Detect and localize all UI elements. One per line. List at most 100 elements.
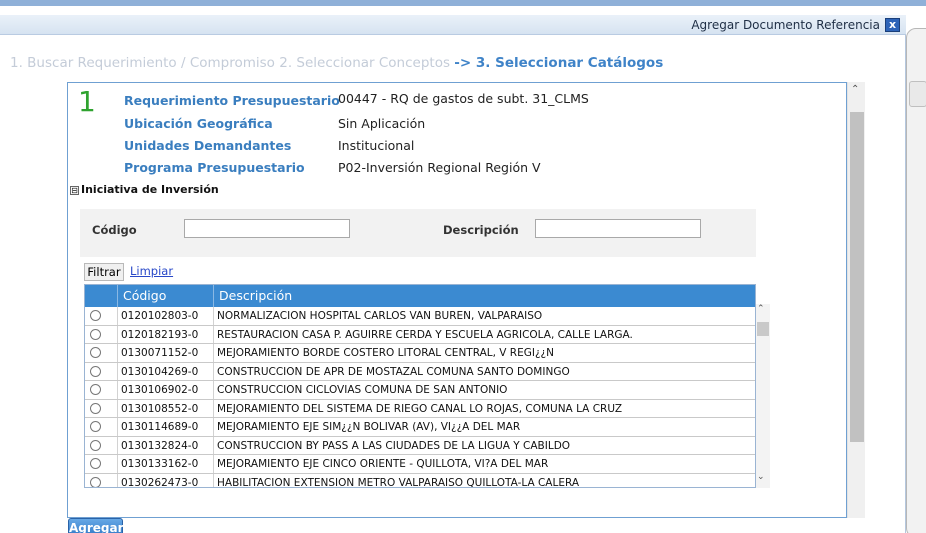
cell-codigo: 0130106902-0 [121,384,199,396]
filter-box: Código Descripción [80,209,756,257]
cell-codigo: 0130071152-0 [121,347,199,359]
cell-divider [213,307,214,325]
cell-codigo: 0130262473-0 [121,476,199,488]
descripcion-label: Descripción [443,223,519,237]
row-radio[interactable] [90,310,101,321]
cell-codigo: 0130104269-0 [121,365,199,378]
header-divider [117,285,118,307]
column-codigo[interactable]: Código [123,288,166,303]
cell-divider [117,381,118,399]
table-row[interactable]: 0130104269-0 CONSTRUCCION DE APR DE MOSTA… [85,362,755,381]
filtrar-button[interactable]: Filtrar [84,263,124,281]
value-unidades: Institucional [338,138,415,153]
row-radio[interactable] [90,421,101,432]
cell-divider [213,455,214,473]
header-divider [213,285,214,307]
codigo-label: Código [92,223,137,237]
grid-scrollbar[interactable]: ⌃ ⌄ [756,304,770,488]
cell-codigo: 0130133162-0 [121,458,199,470]
row-radio[interactable] [90,402,101,414]
cell-descripcion: MEJORAMIENTO DEL SISTEMA DE RIEGO CANAL … [217,402,623,415]
dialog-title: Agregar Documento Referencia [691,18,880,32]
results-grid: Código Descripción 0120102803-0 NORMALIZA… [84,284,756,488]
row-radio[interactable] [90,328,101,340]
background-header-strip [0,0,926,6]
step-3-active: -> 3. Seleccionar Catálogos [454,55,664,71]
label-ubicacion: Ubicación Geográfica [124,116,273,131]
cell-divider [213,325,214,343]
catalog-panel: 1 Requerimiento Presupuestario 00447 - R… [67,82,847,518]
cell-divider [117,418,118,436]
step-number: 1 [78,85,96,118]
codigo-input[interactable] [184,219,350,238]
cell-divider [213,344,214,362]
step-2[interactable]: 2. Seleccionar Conceptos [279,55,450,71]
cell-descripcion: MEJORAMIENTO EJE SIM¿¿N BOLIVAR (AV), VI… [217,421,521,433]
descripcion-input[interactable] [535,219,701,238]
wizard-steps: 1. Buscar Requerimiento / Compromiso 2. … [10,55,663,71]
table-row[interactable]: 0130114689-0 MEJORAMIENTO EJE SIM¿¿N BOLI… [85,418,755,437]
cell-codigo: 0130108552-0 [121,402,199,415]
cell-descripcion: CONSTRUCCION DE APR DE MOSTAZAL COMUNA S… [217,365,570,378]
cell-descripcion: RESTAURACION CASA P. AGUIRRE CERDA Y ESC… [217,328,633,341]
label-unidades: Unidades Demandantes [124,138,292,153]
cell-divider [117,362,118,380]
value-ubicacion: Sin Aplicación [338,116,426,131]
cell-divider [213,473,214,487]
scroll-down-icon[interactable]: ⌄ [757,472,765,482]
cell-divider [117,436,118,454]
cell-descripcion: MEJORAMIENTO BORDE COSTERO LITORAL CENTR… [217,347,554,359]
table-row[interactable]: 0130133162-0 MEJORAMIENTO EJE CINCO ORIEN… [85,455,755,474]
panel-scroll-thumb[interactable] [850,112,864,442]
row-radio[interactable] [90,384,101,395]
table-row[interactable]: 0130106902-0 CONSTRUCCION CICLOVIAS COMUN… [85,381,755,400]
cell-divider [213,418,214,436]
table-row[interactable]: 0130262473-0 HABILITACION EXTENSION METRO… [85,473,755,488]
cell-codigo: 0120102803-0 [121,310,199,322]
label-requerimiento: Requerimiento Presupuestario [124,93,340,108]
step-1[interactable]: 1. Buscar Requerimiento / Compromiso [10,55,275,71]
panel-scrollbar[interactable]: ⌃ [847,82,865,518]
scroll-up-icon[interactable]: ⌃ [851,84,859,95]
section-title: Iniciativa de Inversión [81,183,219,196]
row-radio[interactable] [90,347,101,358]
row-radio[interactable] [90,476,101,487]
dialog-titlebar[interactable]: Agregar Documento Referencia x [0,15,906,35]
cell-codigo: 0120182193-0 [121,328,199,341]
scroll-up-icon[interactable]: ⌃ [757,304,765,314]
row-radio[interactable] [90,458,101,469]
limpiar-link[interactable]: Limpiar [130,264,173,278]
collapse-icon[interactable]: ⊟ [70,185,79,195]
background-side-tab [909,81,926,107]
cell-descripcion: MEJORAMIENTO EJE CINCO ORIENTE - QUILLOT… [217,458,549,470]
background-side-panel [906,28,926,533]
cell-divider [117,307,118,325]
cell-divider [117,399,118,417]
cell-divider [117,455,118,473]
table-row[interactable]: 0120102803-0 NORMALIZACION HOSPITAL CARLO… [85,307,755,326]
value-programa: P02-Inversión Regional Región V [338,160,541,175]
cell-divider [213,381,214,399]
cell-descripcion: CONSTRUCCION BY PASS A LAS CIUDADES DE L… [217,439,571,452]
cell-divider [117,344,118,362]
table-row[interactable]: 0130071152-0 MEJORAMIENTO BORDE COSTERO L… [85,344,755,363]
table-row[interactable]: 0120182193-0 RESTAURACION CASA P. AGUIRRE… [85,325,755,344]
cell-codigo: 0130114689-0 [121,421,199,433]
column-descripcion[interactable]: Descripción [219,288,292,303]
agregar-button[interactable]: Agregar [68,518,124,533]
cell-descripcion: HABILITACION EXTENSION METRO VALPARAISO … [217,476,580,488]
grid-header: Código Descripción [85,285,755,307]
row-radio[interactable] [90,439,101,451]
grid-scroll-thumb[interactable] [757,322,769,336]
row-radio[interactable] [90,365,101,377]
label-programa: Programa Presupuestario [124,160,305,175]
section-iniciativa[interactable]: ⊟ Iniciativa de Inversión [70,183,219,196]
close-icon[interactable]: x [885,18,900,32]
cell-divider [213,436,214,454]
cell-divider [213,399,214,417]
grid-body: 0120102803-0 NORMALIZACION HOSPITAL CARLO… [85,307,755,488]
cell-divider [117,473,118,487]
cell-codigo: 0130132824-0 [121,439,199,452]
table-row[interactable]: 0130132824-0 CONSTRUCCION BY PASS A LAS C… [85,436,755,455]
table-row[interactable]: 0130108552-0 MEJORAMIENTO DEL SISTEMA DE … [85,399,755,418]
